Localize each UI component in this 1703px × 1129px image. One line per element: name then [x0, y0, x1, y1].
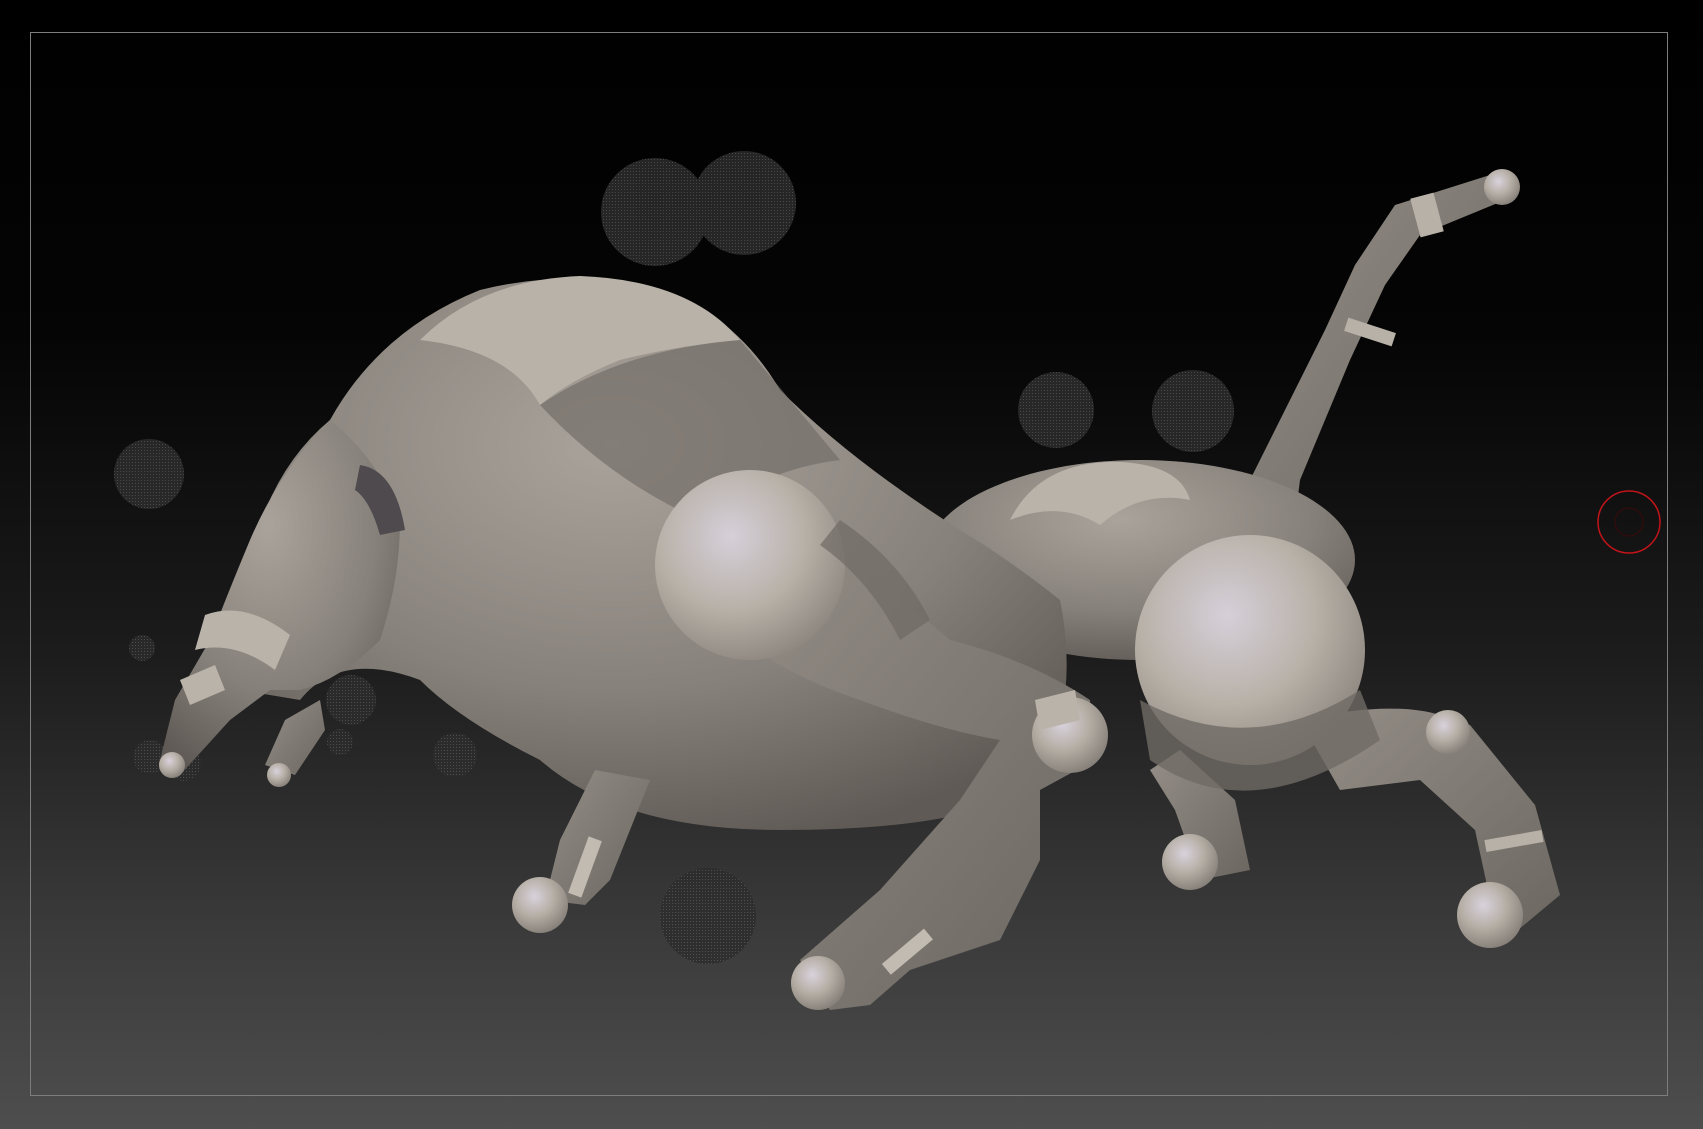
mandible[interactable]: [265, 700, 325, 775]
rear-knee: [1426, 710, 1470, 754]
ghost-sphere: [327, 729, 353, 755]
ghost-sphere: [1018, 372, 1094, 448]
front-near-foot: [791, 956, 845, 1010]
ghost-sphere: [433, 733, 477, 777]
rear-far-foot: [1162, 834, 1218, 890]
rear-foot: [1457, 882, 1523, 948]
zsphere-model[interactable]: [159, 169, 1560, 1010]
ghost-sphere: [114, 439, 184, 509]
ghost-sphere: [326, 675, 376, 725]
ghost-sphere: [129, 635, 155, 661]
ghost-sphere: [660, 868, 756, 964]
brush-cursor-icon: [1597, 490, 1661, 554]
front-far-foot: [512, 877, 568, 933]
front-shoulder: [655, 470, 845, 660]
document-viewport[interactable]: [0, 0, 1703, 1129]
mandible-tip: [267, 763, 291, 787]
ghost-sphere: [692, 151, 796, 255]
tail-tip: [1484, 169, 1520, 205]
front-far-leg[interactable]: [545, 770, 650, 905]
scene-canvas[interactable]: [0, 0, 1703, 1129]
snout-tip: [159, 752, 185, 778]
ghost-sphere: [1152, 370, 1234, 452]
